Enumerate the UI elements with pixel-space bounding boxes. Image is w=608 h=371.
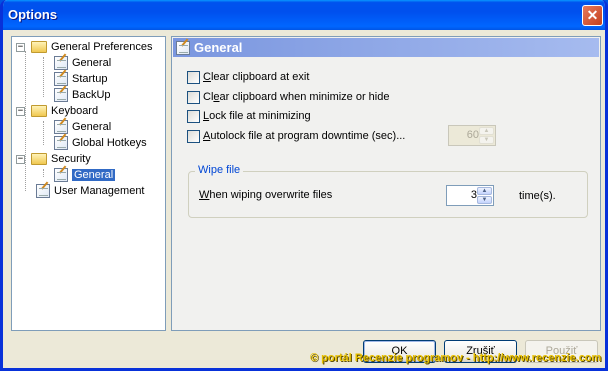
close-button[interactable]: ✕ <box>582 5 603 26</box>
option-autolock-downtime[interactable]: Autolock file at program downtime (sec).… <box>187 128 405 144</box>
spin-up-icon[interactable]: ▲ <box>477 187 492 195</box>
tree-item-general[interactable]: General <box>54 55 111 71</box>
tree-connector <box>25 51 26 191</box>
tree-item-security[interactable]: − Security <box>16 151 91 167</box>
checkbox[interactable] <box>187 90 200 104</box>
option-label: Clear clipboard when minimize or hide <box>203 91 390 103</box>
settings-page-icon <box>36 184 50 198</box>
tree-item-label-selected: General <box>72 169 116 181</box>
wipe-unit: time(s). <box>519 190 556 202</box>
collapse-icon[interactable]: − <box>16 106 25 116</box>
option-clear-clipboard-exit[interactable]: Clear clipboard at exit <box>187 69 309 85</box>
tree-item-global-hotkeys[interactable]: Global Hotkeys <box>54 135 147 151</box>
tree-item-label: User Management <box>54 185 145 197</box>
settings-page-icon <box>54 120 68 134</box>
settings-page-icon <box>54 136 68 150</box>
tree-item-startup[interactable]: Startup <box>54 71 107 87</box>
tree-item-user-management[interactable]: User Management <box>36 183 145 199</box>
option-label: Clear clipboard at exit <box>203 71 310 83</box>
tree-item-label: BackUp <box>72 89 111 101</box>
tree-item-keyboard-general[interactable]: General <box>54 119 111 135</box>
watermark: © portál Recenzie programov - http://www… <box>310 352 602 364</box>
option-lock-file-minimizing[interactable]: Lock file at minimizing <box>187 108 311 124</box>
collapse-icon[interactable]: − <box>16 154 25 164</box>
spin-up-icon: ▲ <box>479 127 494 135</box>
settings-page-icon <box>54 72 68 86</box>
option-label: Autolock file at program downtime (sec).… <box>203 130 406 142</box>
tree-item-label: Security <box>51 153 91 165</box>
wipe-count-stepper[interactable]: 3 ▲ ▼ <box>446 185 494 206</box>
panel-title: General <box>194 40 243 55</box>
checkbox[interactable] <box>187 129 200 143</box>
panel-header: General <box>173 38 599 57</box>
wipe-file-group: Wipe file When wiping overwrite files 3 … <box>188 164 588 218</box>
checkbox[interactable] <box>187 109 200 123</box>
tree-item-label: Startup <box>72 73 108 85</box>
settings-page-icon <box>54 88 68 102</box>
folder-icon <box>31 41 47 53</box>
tree-item-label: General <box>72 121 112 133</box>
category-tree[interactable]: − General Preferences General Startup Ba… <box>11 36 166 331</box>
wipe-label: When wiping overwrite files <box>199 189 333 201</box>
tree-connector <box>43 121 44 145</box>
spin-down-icon: ▼ <box>479 136 494 144</box>
autolock-seconds-stepper: 60 ▲ ▼ <box>448 125 496 146</box>
settings-page-icon <box>176 40 190 55</box>
tree-item-security-general[interactable]: General <box>54 167 116 183</box>
tree-item-general-preferences[interactable]: − General Preferences <box>16 39 153 55</box>
tree-item-label: General Preferences <box>51 41 153 53</box>
tree-connector <box>43 57 44 97</box>
tree-item-label: General <box>72 57 112 69</box>
tree-item-keyboard[interactable]: − Keyboard <box>16 103 98 119</box>
option-clear-clipboard-minimize[interactable]: Clear clipboard when minimize or hide <box>187 89 389 105</box>
options-window: Options ✕ − General Preferences General … <box>0 0 608 371</box>
stepper-value: 60 <box>466 129 479 141</box>
tree-item-label: Keyboard <box>51 105 99 117</box>
settings-page-icon <box>54 168 68 182</box>
title-bar[interactable]: Options ✕ <box>3 0 605 30</box>
folder-icon <box>31 153 47 165</box>
checkbox[interactable] <box>187 70 200 84</box>
option-label: Lock file at minimizing <box>203 110 311 122</box>
collapse-icon[interactable]: − <box>16 42 25 52</box>
spin-down-icon[interactable]: ▼ <box>477 196 492 204</box>
group-legend: Wipe file <box>195 164 244 176</box>
tree-connector <box>43 169 44 177</box>
tree-item-backup[interactable]: BackUp <box>54 87 111 103</box>
settings-page-icon <box>54 56 68 70</box>
window-title: Options <box>8 7 58 22</box>
settings-panel: General Clear clipboard at exit Clear cl… <box>171 36 601 331</box>
tree-item-label: Global Hotkeys <box>72 137 147 149</box>
folder-icon <box>31 105 47 117</box>
stepper-value[interactable]: 3 <box>451 189 477 201</box>
